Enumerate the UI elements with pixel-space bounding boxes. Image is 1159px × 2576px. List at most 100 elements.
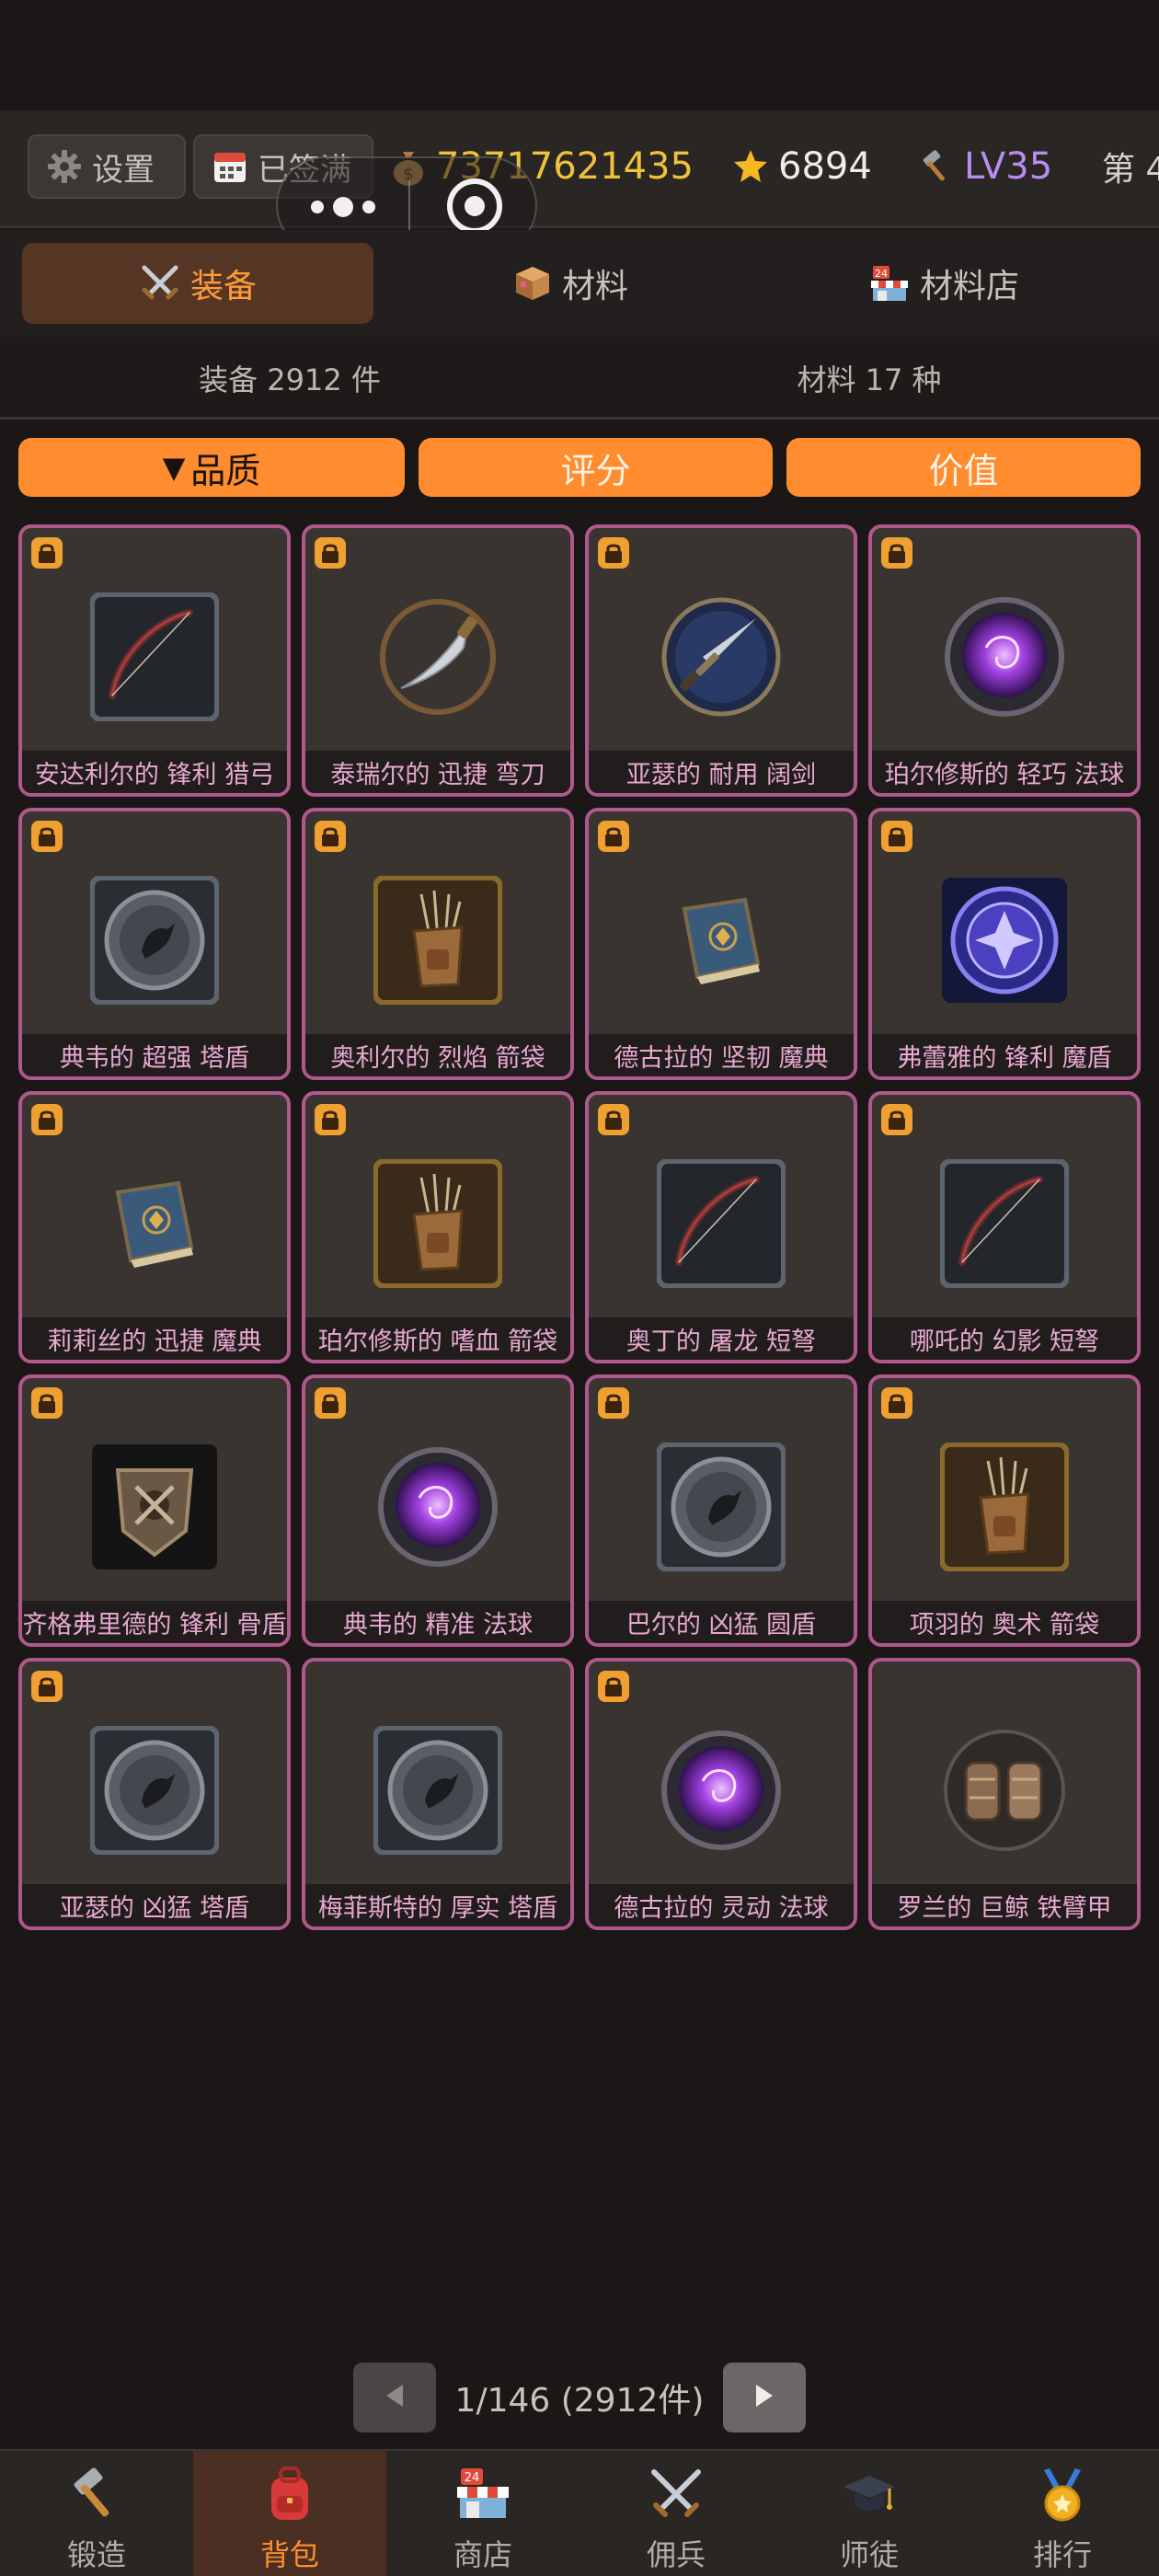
nav-item-graduation-cap[interactable]: 师徒 xyxy=(773,2451,966,2576)
lock-icon[interactable] xyxy=(598,1387,629,1419)
lock-icon[interactable] xyxy=(31,1104,63,1135)
item-card[interactable]: 奥丁的 屠龙 短弩 xyxy=(585,1091,857,1363)
lock-icon[interactable] xyxy=(31,537,63,569)
tab-equipment[interactable]: 装备 xyxy=(22,243,373,324)
sort-desc-icon: ▼ xyxy=(162,450,186,485)
bow-icon xyxy=(657,1159,786,1288)
item-name: 罗兰的 巨鲸 铁臂甲 xyxy=(872,1884,1137,1926)
item-card[interactable]: 莉莉丝的 迅捷 魔典 xyxy=(18,1091,291,1363)
nav-item-medal[interactable]: 排行 xyxy=(966,2451,1159,2576)
lock-icon[interactable] xyxy=(315,1104,346,1135)
item-card[interactable]: 珀尔修斯的 轻巧 法球 xyxy=(868,524,1141,797)
item-name: 弗蕾雅的 锋利 魔盾 xyxy=(872,1034,1137,1076)
lock-icon[interactable] xyxy=(315,821,346,852)
quiver-icon xyxy=(373,1159,502,1288)
swords-icon xyxy=(644,2462,708,2526)
package-icon xyxy=(512,263,553,304)
shop-icon: 24 xyxy=(451,2462,515,2526)
lock-icon[interactable] xyxy=(881,1104,912,1135)
item-card[interactable]: 罗兰的 巨鲸 铁臂甲 xyxy=(868,1658,1141,1930)
pagination: 1/146 (2912件) xyxy=(0,2363,1159,2432)
orb-icon xyxy=(940,592,1069,721)
item-card[interactable]: 典韦的 超强 塔盾 xyxy=(18,808,291,1080)
item-card[interactable]: 梅菲斯特的 厚实 塔盾 xyxy=(302,1658,574,1930)
tab-materials[interactable]: 材料 xyxy=(386,243,754,324)
quiver-icon xyxy=(940,1443,1069,1571)
tab-equipment-label: 装备 xyxy=(189,268,257,305)
shop-icon: 24 xyxy=(868,262,911,305)
bottom-navigation: 锻造 背包 24 商店 佣兵 师徒 排行 xyxy=(0,2449,1159,2576)
sort-quality-label: 品质 xyxy=(190,450,261,491)
graduation-cap-icon xyxy=(837,2462,901,2526)
item-card[interactable]: 安达利尔的 锋利 猎弓 xyxy=(18,524,291,797)
item-card[interactable]: 巴尔的 凶猛 圆盾 xyxy=(585,1374,857,1647)
item-name: 哪吒的 幻影 短弩 xyxy=(872,1317,1137,1360)
bow-icon xyxy=(940,1159,1069,1288)
item-card[interactable]: 亚瑟的 凶猛 塔盾 xyxy=(18,1658,291,1930)
nav-label: 师徒 xyxy=(839,2537,899,2572)
prev-page-button[interactable] xyxy=(353,2363,436,2432)
sort-by-quality-button[interactable]: ▼ 品质 xyxy=(18,438,405,497)
grimoire-icon xyxy=(657,876,786,1005)
tab-material-shop[interactable]: 24 材料店 xyxy=(760,243,1128,324)
lock-icon[interactable] xyxy=(598,1671,629,1702)
tower-shield-icon xyxy=(90,1726,219,1855)
hammer-icon xyxy=(64,2462,129,2526)
item-card[interactable]: 项羽的 奥术 箭袋 xyxy=(868,1374,1141,1647)
bone-shield-icon xyxy=(90,1443,219,1571)
item-card[interactable]: 典韦的 精准 法球 xyxy=(302,1374,574,1647)
next-page-button[interactable] xyxy=(723,2363,806,2432)
hammer-icon xyxy=(918,148,955,185)
lock-icon[interactable] xyxy=(598,1104,629,1135)
item-name: 珀尔修斯的 嗜血 箭袋 xyxy=(305,1317,570,1360)
lock-icon[interactable] xyxy=(598,821,629,852)
item-name: 项羽的 奥术 箭袋 xyxy=(872,1601,1137,1643)
settings-button[interactable]: 设置 xyxy=(28,134,186,199)
nav-item-hammer[interactable]: 锻造 xyxy=(0,2451,193,2576)
close-mini-program-icon[interactable] xyxy=(447,178,502,234)
item-name: 典韦的 精准 法球 xyxy=(305,1601,570,1643)
lock-icon[interactable] xyxy=(881,537,912,569)
lock-icon[interactable] xyxy=(881,1387,912,1419)
item-card[interactable]: 泰瑞尔的 迅捷 弯刀 xyxy=(302,524,574,797)
floor-indicator: 第 4 xyxy=(1102,134,1159,199)
settings-label: 设置 xyxy=(92,151,155,189)
orb-icon xyxy=(657,1726,786,1855)
item-card[interactable]: 德古拉的 坚韧 魔典 xyxy=(585,808,857,1080)
item-card[interactable]: 奥利尔的 烈焰 箭袋 xyxy=(302,808,574,1080)
svg-text:24: 24 xyxy=(875,268,888,280)
star-value: 6894 xyxy=(778,145,872,188)
item-card[interactable]: 齐格弗里德的 锋利 骨盾 xyxy=(18,1374,291,1647)
resource-bar: 设置 已签满 $ 73717621435 6894 LV35 第 4 xyxy=(0,110,1159,228)
nav-item-backpack[interactable]: 背包 xyxy=(193,2451,386,2576)
lock-icon[interactable] xyxy=(315,537,346,569)
nav-item-shop[interactable]: 24 商店 xyxy=(386,2451,580,2576)
item-name: 安达利尔的 锋利 猎弓 xyxy=(22,751,287,793)
sort-by-score-button[interactable]: 评分 xyxy=(419,438,773,497)
lock-icon[interactable] xyxy=(31,1387,63,1419)
floor-value: 第 4 xyxy=(1102,151,1159,189)
lock-icon[interactable] xyxy=(31,821,63,852)
item-card[interactable]: 弗蕾雅的 锋利 魔盾 xyxy=(868,808,1141,1080)
nav-label: 锻造 xyxy=(66,2537,126,2572)
capsule-divider xyxy=(408,180,410,234)
backpack-icon xyxy=(258,2462,322,2526)
item-card[interactable]: 德古拉的 灵动 法球 xyxy=(585,1658,857,1930)
orb-icon xyxy=(373,1443,502,1571)
item-card[interactable]: 亚瑟的 耐用 阔剑 xyxy=(585,524,857,797)
lock-icon[interactable] xyxy=(881,821,912,852)
sort-by-value-button[interactable]: 价值 xyxy=(786,438,1141,497)
quiver-icon xyxy=(373,876,502,1005)
triangle-left-icon xyxy=(383,2383,407,2412)
item-card[interactable]: 哪吒的 幻影 短弩 xyxy=(868,1091,1141,1363)
item-name: 奥丁的 屠龙 短弩 xyxy=(589,1317,854,1360)
nav-item-swords[interactable]: 佣兵 xyxy=(580,2451,773,2576)
lock-icon[interactable] xyxy=(598,537,629,569)
more-options-icon[interactable] xyxy=(311,191,375,223)
item-name: 珀尔修斯的 轻巧 法球 xyxy=(872,751,1137,793)
star-icon xyxy=(732,148,769,185)
lock-icon[interactable] xyxy=(315,1387,346,1419)
calendar-icon xyxy=(212,148,248,185)
lock-icon[interactable] xyxy=(31,1671,63,1702)
item-card[interactable]: 珀尔修斯的 嗜血 箭袋 xyxy=(302,1091,574,1363)
